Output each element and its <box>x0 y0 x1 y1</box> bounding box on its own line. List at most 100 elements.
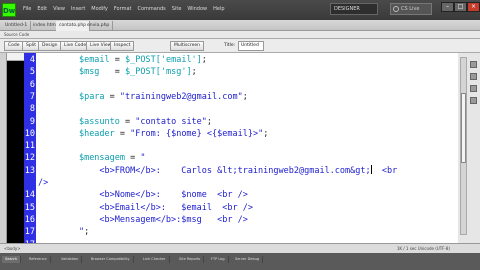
line-number: 11 <box>24 141 35 152</box>
code-token: = <box>114 128 131 139</box>
code-line: <b>Email</b>: $email <br /> <box>38 202 253 214</box>
code-token: ; <box>263 128 269 139</box>
panel-tab-validation[interactable]: Validation <box>58 256 83 263</box>
code-token: " <box>38 227 85 238</box>
code-token: = <box>119 116 136 127</box>
tag-selector[interactable]: <body> <box>4 245 21 253</box>
minimize-icon: – <box>446 3 449 10</box>
title-input[interactable]: Untitled <box>238 41 264 51</box>
dreamweaver-logo: Dw <box>2 3 16 17</box>
menu-window[interactable]: Window <box>184 3 210 16</box>
menu-commands[interactable]: Commands <box>134 3 168 16</box>
panel-icon-css[interactable] <box>470 73 477 80</box>
code-line: $msg = $_POST['msg']; <box>38 66 197 78</box>
menu-format[interactable]: Format <box>111 3 135 16</box>
maximize-icon: □ <box>457 3 464 10</box>
code-token: = <box>125 153 141 164</box>
line-number: 16 <box>24 214 35 225</box>
inspect-button[interactable]: Inspect <box>110 41 135 51</box>
panel-tab-browser-compat[interactable]: Browser Compatibility <box>88 256 134 263</box>
bottom-panel-group: Search Reference Validation Browser Comp… <box>0 253 480 270</box>
related-files-bar[interactable]: Source Code <box>0 31 480 39</box>
panel-tab-search[interactable]: Search <box>2 256 22 263</box>
code-line: "; <box>38 226 89 238</box>
line-number: 8 <box>29 104 35 115</box>
code-line: $email = $_POST['email']; <box>38 54 207 66</box>
search-input[interactable]: CS Live <box>390 3 432 15</box>
code-token: ; <box>201 55 207 65</box>
code-line: <b>Mensagem</b>:$msg <br /> <box>38 214 247 226</box>
code-token: = <box>99 67 126 78</box>
panel-tab-ftp-log[interactable]: FTP Log <box>208 256 229 263</box>
menu-modify[interactable]: Modify <box>88 3 111 16</box>
code-token: "contato site" <box>135 116 207 127</box>
code-line: /> <box>38 177 48 189</box>
code-token: $para <box>78 91 105 102</box>
panel-tab-reference[interactable]: Reference <box>26 256 51 263</box>
document-toolbar: Code Split Design Live Code Live View In… <box>0 39 480 53</box>
code-token: $header <box>78 128 115 139</box>
code-token: $email <box>78 55 110 65</box>
menu-help[interactable]: Help <box>210 3 227 16</box>
close-button[interactable]: × <box>467 2 480 12</box>
search-placeholder: CS Live <box>401 6 420 12</box>
line-number: 9 <box>29 116 35 127</box>
panel-icon-files[interactable] <box>470 85 477 92</box>
code-token: " <box>140 153 146 164</box>
code-token: = <box>104 91 120 102</box>
code-line: $para = "trainingweb2@gmail.com"; <box>38 91 248 103</box>
code-token: "From: {$nome} <{$email}>" <box>130 128 264 139</box>
line-number: 7 <box>29 91 35 102</box>
multiscreen-button[interactable]: Multiscreen <box>170 41 204 51</box>
search-icon <box>393 6 399 12</box>
code-line: $mensagem = " <box>38 152 146 164</box>
document-tabbar: Untitled-1 index.html contato.php envia.… <box>0 20 480 31</box>
menu-file[interactable]: File <box>20 3 34 16</box>
code-token: $mensagem <box>78 153 126 164</box>
maximize-button[interactable]: □ <box>454 2 467 12</box>
code-token: ; <box>191 67 197 78</box>
code-line: $assunto = "contato site"; <box>38 116 212 128</box>
menu-edit[interactable]: Edit <box>34 3 50 16</box>
line-number: 12 <box>24 153 35 164</box>
panel-icon-assets[interactable] <box>470 97 477 104</box>
code-token: $_POST['msg'] <box>125 67 192 78</box>
tab-envia[interactable]: envia.php <box>84 21 114 31</box>
menu-view[interactable]: View <box>50 3 68 16</box>
line-number: 5 <box>29 67 35 78</box>
line-number: 6 <box>29 79 35 90</box>
menu-site[interactable]: Site <box>169 3 185 16</box>
line-number: 14 <box>24 190 35 201</box>
left-panel-strip <box>0 53 7 243</box>
code-token: ; <box>84 227 90 238</box>
workspace-switcher[interactable]: DESIGNER <box>330 3 378 15</box>
panel-tab-site-reports[interactable]: Site Reports <box>176 256 205 263</box>
status-bar: <body> 1K / 1 sec Unicode (UTF-8) <box>0 243 480 253</box>
code-token: = <box>109 55 126 65</box>
code-token: $msg <box>78 67 100 78</box>
code-token: <b>FROM</b>: Carlos &lt;trainingweb2@gma… <box>38 165 371 176</box>
scrollbar-thumb[interactable] <box>461 93 466 163</box>
menu-insert[interactable]: Insert <box>68 3 88 16</box>
code-line: $header = "From: {$nome} <{$email}>"; <box>38 128 268 140</box>
code-line: <b>Nome</b>: $nome <br /> <box>38 189 247 201</box>
line-number-gutter: 456789101112131415161717 <box>24 53 36 250</box>
code-token: $_POST['email'] <box>125 55 202 65</box>
vertical-scroll-panel <box>458 53 480 243</box>
line-number: 15 <box>24 202 35 213</box>
panel-tab-server-debug[interactable]: Server Debug <box>232 256 264 263</box>
minimize-button[interactable]: – <box>441 2 454 12</box>
app-titlebar: Dw File Edit View Insert Modify Format C… <box>0 0 480 20</box>
tab-untitled[interactable]: Untitled-1 <box>2 21 32 31</box>
panel-icon-insert[interactable] <box>470 61 477 68</box>
panel-tab-link-checker[interactable]: Link Checker <box>140 256 170 263</box>
line-number: 10 <box>24 128 35 139</box>
line-number: 13 <box>24 165 35 176</box>
code-editor[interactable]: $email = $_POST['email']; $msg = $_POST[… <box>36 53 458 243</box>
code-line: <b>FROM</b>: Carlos &lt;trainingweb2@gma… <box>38 164 397 177</box>
design-view-button[interactable]: Design <box>38 41 62 51</box>
code-token: /> <box>38 178 49 188</box>
code-view-button[interactable]: Code <box>4 41 24 51</box>
